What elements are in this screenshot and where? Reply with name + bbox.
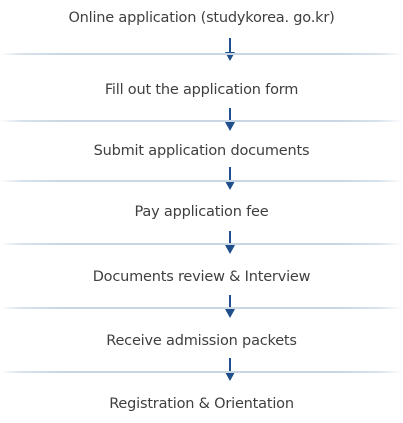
divider-line xyxy=(0,120,403,122)
step-1-label: Online application (studykorea. go.kr) xyxy=(68,10,335,26)
down-arrow-icon xyxy=(225,38,235,62)
divider-line xyxy=(0,53,403,55)
divider-line xyxy=(0,371,403,373)
step-4-label: Pay application fee xyxy=(134,204,269,220)
step-6-label: Receive admission packets xyxy=(106,333,297,349)
step-3-label: Submit application documents xyxy=(93,143,310,159)
step-5-label: Documents review & Interview xyxy=(92,269,311,285)
divider-line xyxy=(0,307,403,309)
step-2-label: Fill out the application form xyxy=(104,82,299,98)
down-arrow-icon xyxy=(225,358,235,382)
divider-line xyxy=(0,243,403,245)
divider-line xyxy=(0,180,403,182)
process-flow-diagram: Online application (studykorea. go.kr) F… xyxy=(0,0,403,423)
down-arrow-icon xyxy=(225,167,235,191)
step-7-label: Registration & Orientation xyxy=(109,396,294,412)
